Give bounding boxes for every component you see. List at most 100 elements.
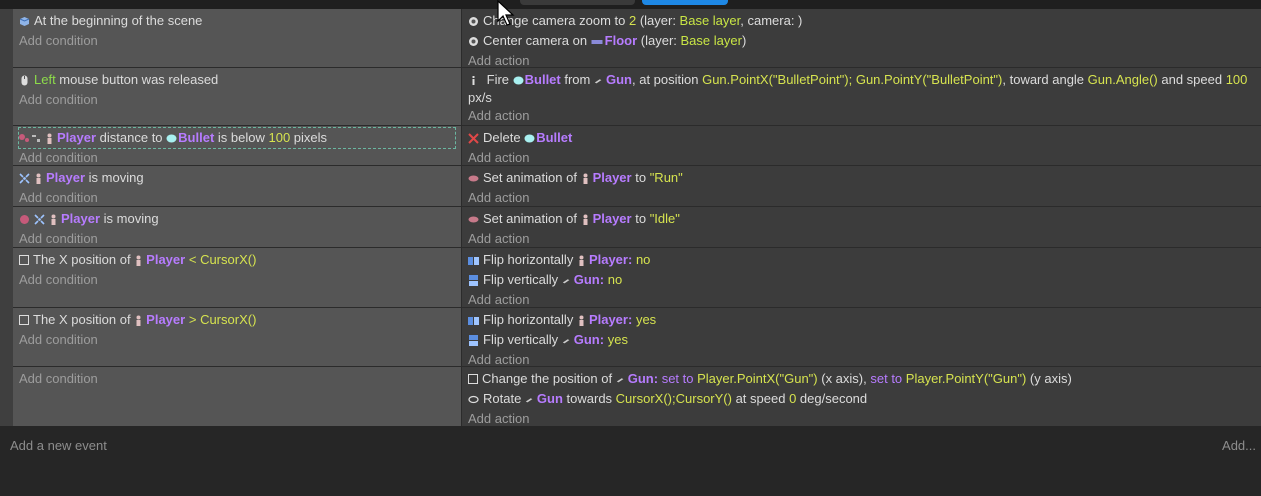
action-line[interactable]: Set animation of Player to "Run": [468, 168, 1257, 188]
actions-column[interactable]: Change camera zoom to 2 (layer: Base lay…: [462, 9, 1261, 68]
action-line[interactable]: Flip vertically Gun: no: [468, 270, 1257, 290]
conditions-column[interactable]: At the beginning of the scene Add condit…: [13, 9, 461, 67]
action-line[interactable]: Rotate Gun towards CursorX();CursorY() a…: [468, 389, 1257, 409]
add-action-link[interactable]: Add action: [468, 290, 1257, 310]
add-condition-link[interactable]: Add condition: [19, 369, 455, 389]
player-icon: [583, 214, 588, 226]
action-text: Center camera on Floor (layer: Base laye…: [483, 33, 747, 48]
inverted-icon: [20, 214, 29, 224]
floor-icon: [591, 40, 603, 45]
actions-column[interactable]: Delete Bullet Add action: [462, 126, 1261, 165]
actions-column[interactable]: Change the position of Gun: set to Playe…: [462, 367, 1261, 426]
bullet-icon: [513, 76, 524, 85]
action-line[interactable]: Fire Bullet from Gun, at position Gun.Po…: [468, 70, 1257, 106]
toolbar-primary-button[interactable]: [642, 0, 728, 5]
add-condition-link[interactable]: Add condition: [19, 330, 455, 350]
conditions-column[interactable]: Player is moving Add condition: [13, 166, 461, 206]
add-condition-link[interactable]: Add condition: [19, 148, 455, 168]
conditions-column[interactable]: Player is moving Add condition: [13, 207, 461, 247]
condition-line[interactable]: Left mouse button was released: [19, 70, 455, 90]
condition-text: The X position of Player > CursorX(): [33, 312, 257, 327]
action-line[interactable]: Delete Bullet: [468, 128, 1257, 148]
event-row[interactable]: Add condition Change the position of Gun…: [13, 367, 1261, 426]
animation-icon: [468, 175, 479, 181]
condition-line-selected[interactable]: Player distance to Bullet is below 100 p…: [18, 127, 456, 149]
bullet-icon: [166, 134, 177, 143]
add-condition-link[interactable]: Add condition: [19, 188, 455, 208]
actions-column[interactable]: Flip horizontally Player: no Flip vertic…: [462, 248, 1261, 307]
action-text: Set animation of Player to "Run": [483, 170, 683, 185]
player-icon: [36, 173, 41, 184]
action-line[interactable]: Flip vertically Gun: yes: [468, 330, 1257, 350]
action-text: Rotate Gun towards CursorX();CursorY() a…: [483, 391, 868, 406]
add-action-link[interactable]: Add action: [468, 148, 1257, 168]
add-condition-link[interactable]: Add condition: [19, 270, 455, 290]
condition-line[interactable]: At the beginning of the scene: [19, 11, 455, 31]
add-action-link[interactable]: Add action: [468, 229, 1257, 249]
event-row[interactable]: Player distance to Bullet is below 100 p…: [13, 126, 1261, 165]
player-icon: [136, 315, 141, 327]
conditions-column[interactable]: The X position of Player < CursorX() Add…: [13, 248, 461, 307]
condition-text: Left mouse button was released: [34, 72, 219, 87]
gun-icon: [594, 79, 602, 84]
action-line[interactable]: Change camera zoom to 2 (layer: Base lay…: [468, 11, 1257, 31]
event-row[interactable]: The X position of Player > CursorX() Add…: [13, 308, 1261, 367]
action-text: Flip vertically Gun: no: [483, 272, 623, 287]
condition-text: Player is moving: [46, 170, 144, 185]
actions-column[interactable]: Set animation of Player to "Run" Add act…: [462, 166, 1261, 206]
player-icon: [579, 315, 584, 327]
event-row[interactable]: Left mouse button was released Add condi…: [13, 68, 1261, 125]
conditions-column[interactable]: The X position of Player > CursorX() Add…: [13, 308, 461, 366]
toolbar-tab[interactable]: [520, 0, 635, 5]
conditions-column[interactable]: Add condition: [13, 367, 461, 426]
actions-column[interactable]: Set animation of Player to "Idle" Add ac…: [462, 207, 1261, 247]
condition-line[interactable]: The X position of Player < CursorX(): [19, 250, 455, 270]
checkbox[interactable]: [19, 315, 29, 325]
scene-icon: [19, 16, 30, 26]
add-condition-link[interactable]: Add condition: [19, 229, 455, 249]
player-icon: [136, 255, 141, 267]
condition-line[interactable]: Player is moving: [19, 168, 455, 188]
actions-column[interactable]: Flip horizontally Player: yes Flip verti…: [462, 308, 1261, 367]
action-line[interactable]: Center camera on Floor (layer: Base laye…: [468, 31, 1257, 51]
event-row[interactable]: Player is moving Add condition Set anima…: [13, 207, 1261, 247]
action-text: Flip horizontally Player: no: [483, 252, 651, 267]
action-line[interactable]: Flip horizontally Player: yes: [468, 310, 1257, 330]
delete-icon: [468, 132, 479, 144]
action-line[interactable]: Flip horizontally Player: no: [468, 250, 1257, 270]
player-icon: [47, 133, 52, 144]
add-new-event-link[interactable]: Add a new event: [10, 438, 107, 453]
event-row[interactable]: The X position of Player < CursorX() Add…: [13, 248, 1261, 307]
gun-icon: [525, 398, 533, 403]
camera-icon: [469, 36, 478, 46]
condition-text: The X position of Player < CursorX(): [33, 252, 257, 267]
action-text: Set animation of Player to "Idle": [483, 211, 680, 226]
event-row[interactable]: At the beginning of the scene Add condit…: [13, 9, 1261, 68]
add-action-link[interactable]: Add action: [468, 106, 1257, 126]
gun-icon: [562, 279, 570, 284]
player-icon: [51, 214, 56, 225]
top-toolbar: [0, 0, 1261, 9]
mouse-cursor-icon: [497, 0, 515, 26]
action-text: Flip vertically Gun: yes: [483, 332, 628, 347]
condition-line[interactable]: Player is moving: [19, 209, 455, 229]
add-condition-link[interactable]: Add condition: [19, 90, 455, 110]
add-condition-link[interactable]: Add condition: [19, 31, 455, 51]
mouse-icon: [21, 75, 28, 85]
actions-column[interactable]: Fire Bullet from Gun, at position Gun.Po…: [462, 68, 1261, 125]
gun-icon: [616, 378, 624, 383]
condition-line[interactable]: The X position of Player > CursorX(): [19, 310, 455, 330]
conditions-column[interactable]: Left mouse button was released Add condi…: [13, 68, 461, 125]
event-row[interactable]: Player is moving Add condition Set anima…: [13, 166, 1261, 206]
event-gutter: [0, 9, 13, 426]
add-more-button[interactable]: Add...: [1222, 438, 1256, 453]
checkbox[interactable]: [19, 255, 29, 265]
add-action-link[interactable]: Add action: [468, 188, 1257, 208]
action-line[interactable]: Change the position of Gun: set to Playe…: [468, 369, 1257, 389]
moving-icon: [34, 213, 45, 225]
position-icon: [468, 374, 478, 384]
conditions-column[interactable]: Player distance to Bullet is below 100 p…: [13, 126, 461, 165]
animation-icon: [468, 216, 479, 222]
flip-horizontal-icon: [468, 256, 479, 265]
action-line[interactable]: Set animation of Player to "Idle": [468, 209, 1257, 229]
